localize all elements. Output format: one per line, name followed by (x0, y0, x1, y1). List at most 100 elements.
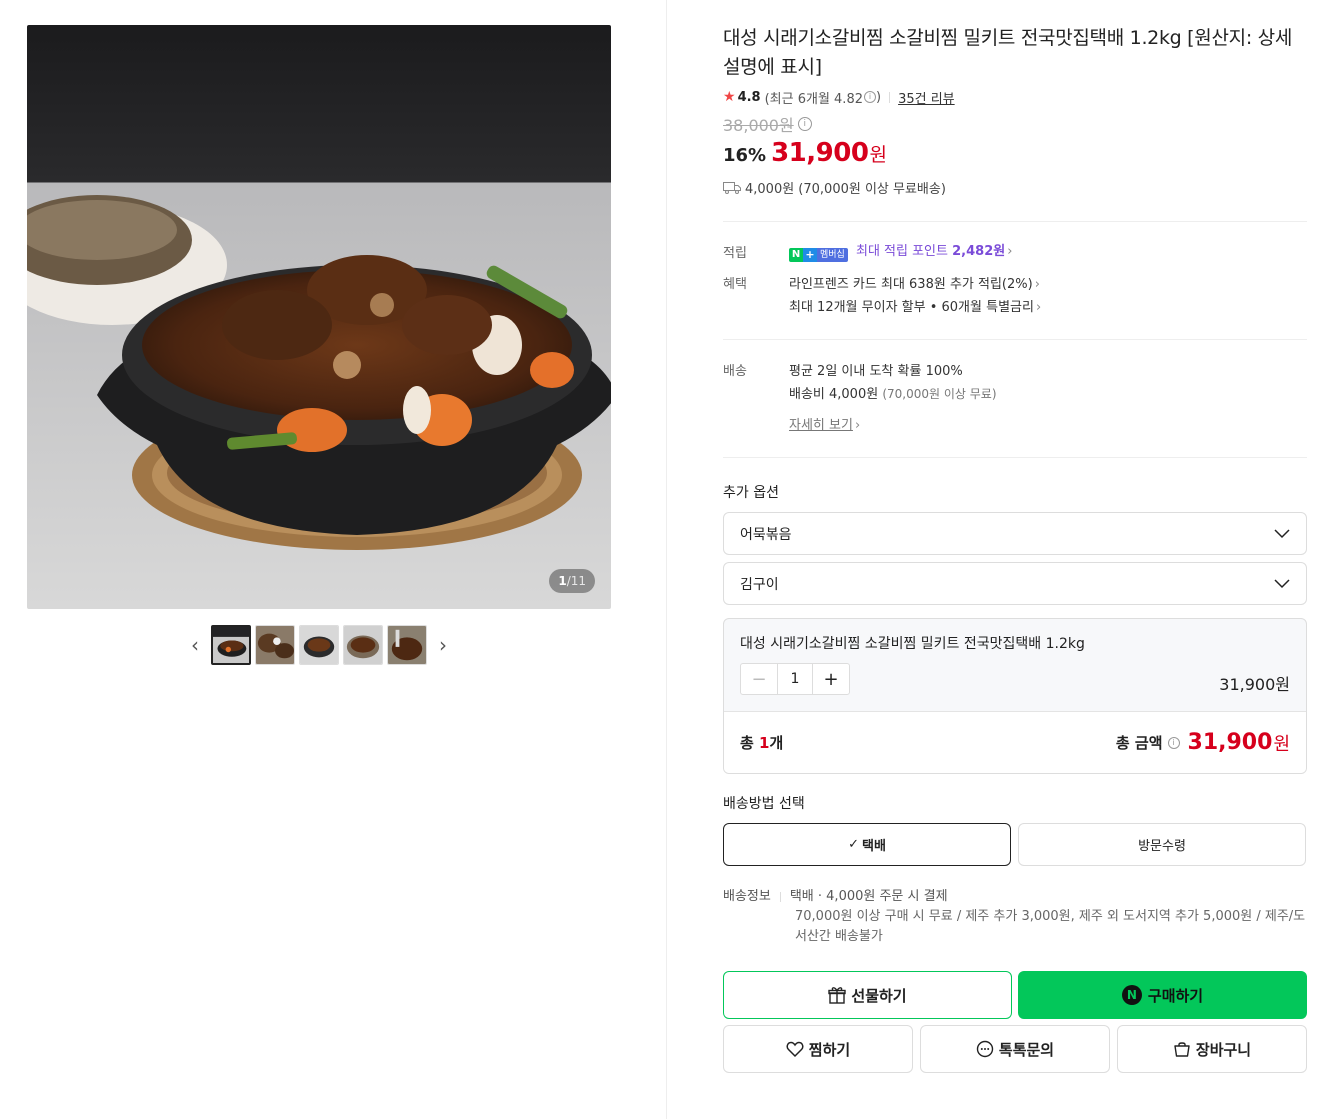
delivery-fee: 배송비 4,000원 (70,000원 이상 무료) (789, 387, 997, 402)
points-row: 적립 N + 멤버십 최대 적립 포인트 2,482원 › (723, 242, 1307, 262)
option-select-1[interactable]: 어묵볶음 (723, 512, 1307, 555)
shipping-info: 배송정보 택배 · 4,000원 주문 시 결제 70,000원 이상 구매 시… (723, 887, 1307, 947)
info-icon[interactable]: i (1167, 736, 1180, 749)
product-title: 대성 시래기소갈비찜 소갈비찜 밀키트 전국맛집택배 1.2kg [원산지: 상… (723, 27, 1293, 78)
chevron-right-icon: › (854, 418, 861, 433)
selected-item-line: − 1 + 31,900원 (740, 663, 1290, 695)
thumb-next-arrow[interactable]: › (431, 625, 455, 665)
option-select-2[interactable]: 김구이 (723, 562, 1307, 605)
benefit-row: 혜택 라인프렌즈 카드 최대 638원 추가 적립(2%) › 최대 12개월 무… (723, 273, 1307, 319)
installment-benefit-link[interactable]: 최대 12개월 무이자 할부 • 60개월 특별금리 › (789, 296, 1041, 319)
total-summary: 총 1개 총 금액 i 31,900 원 (724, 711, 1306, 773)
cart-button[interactable]: 장바구니 (1117, 1025, 1307, 1073)
rating-value: 4.8 (737, 89, 761, 105)
naver-pay-icon: N (1121, 985, 1142, 1005)
total-amount-label: 총 금액 (1115, 734, 1163, 752)
chevron-down-icon (1274, 578, 1290, 588)
selected-product-box: 대성 시래기소갈비찜 소갈비찜 밀키트 전국맛집택배 1.2kg − 1 + 3… (723, 618, 1307, 774)
npay-n-icon: N (789, 248, 803, 262)
food-photo (27, 25, 611, 609)
thumbnail-2[interactable] (255, 625, 295, 665)
thumb-prev-arrow[interactable]: ‹ (183, 625, 207, 665)
total-amount: 총 금액 i 31,900 원 (1116, 730, 1290, 756)
delivery-detail-link[interactable]: 자세히 보기 › (789, 414, 997, 437)
rating-row: ★ 4.8 (최근 6개월 4.82 i ) 35건 리뷰 (723, 88, 1307, 107)
sale-price: 31,900 (771, 138, 869, 168)
recent-rating: (최근 6개월 4.82 (764, 91, 863, 107)
points-label: 적립 (723, 246, 747, 261)
selected-item-name: 대성 시래기소갈비찜 소갈비찜 밀키트 전국맛집택배 1.2kg (740, 636, 1085, 652)
talk-inquiry-button[interactable]: 톡톡문의 (920, 1025, 1110, 1073)
options-section: 추가 옵션 어묵볶음 김구이 (723, 482, 1307, 605)
info-icon[interactable]: i (797, 117, 812, 131)
delivery-label: 배송 (723, 364, 747, 379)
product-gallery: 1/11 ‹ › (27, 25, 611, 665)
npay-membership-badge: N + 멤버십 (789, 248, 848, 262)
chevron-right-icon: › (1035, 300, 1042, 315)
benefit-values: 라인프렌즈 카드 최대 638원 추가 적립(2%) › 최대 12개월 무이자 … (789, 273, 1041, 319)
truck-icon (723, 181, 741, 194)
image-counter: 1/11 (549, 569, 595, 593)
shipping-info-summary-text: 택배 · 4,000원 주문 시 결제 (789, 889, 948, 904)
sale-price-unit: 원 (869, 144, 887, 166)
sale-price-row: 16% 31,900 원 (723, 138, 1307, 168)
chevron-right-icon: › (1034, 277, 1040, 292)
heart-icon (786, 1041, 804, 1058)
thumbnail-1[interactable] (211, 625, 251, 665)
shipping-info-summary: 배송정보 택배 · 4,000원 주문 시 결제 (723, 887, 1307, 907)
shipping-option-pickup[interactable]: 방문수령 (1018, 823, 1306, 866)
product-main-image[interactable]: 1/11 (27, 25, 611, 609)
review-count-link[interactable]: 35건 리뷰 (898, 88, 955, 107)
selected-item-price: 31,900원 (1219, 675, 1290, 694)
primary-actions: 선물하기 N 구매하기 (723, 971, 1307, 1019)
points-text: 최대 적립 포인트 2,482원 (855, 244, 1006, 259)
product-info: 대성 시래기소갈비찜 소갈비찜 밀키트 전국맛집택배 1.2kg [원산지: 상… (723, 24, 1307, 1073)
gift-button[interactable]: 선물하기 (723, 971, 1012, 1019)
check-icon: ✓ (848, 837, 859, 852)
shipping-info-label: 배송정보 (723, 889, 771, 904)
gift-icon (828, 987, 847, 1004)
star-icon: ★ (723, 89, 736, 105)
delivery-values: 평균 2일 이내 도착 확률 100% 배송비 4,000원 (70,000원 … (789, 360, 997, 437)
thumbnail-4[interactable] (343, 625, 383, 665)
membership-label: 멤버십 (817, 248, 848, 262)
npay-plus-icon: + (803, 248, 817, 262)
quantity-increase-button[interactable]: + (813, 664, 849, 694)
column-divider (666, 0, 667, 1119)
recent-rating-close: ) (876, 89, 882, 105)
benefits-section: 적립 N + 멤버십 최대 적립 포인트 2,482원 › 혜택 라인프렌즈 카드 최… (723, 222, 1307, 319)
divider (723, 457, 1307, 458)
delivery-eta: 평균 2일 이내 도착 확률 100% (789, 364, 963, 379)
total-count: 총 1개 (740, 734, 784, 752)
options-title: 추가 옵션 (723, 485, 779, 501)
separator (889, 91, 891, 103)
option-select-1-value: 어묵볶음 (740, 526, 792, 543)
discount-rate: 16% (723, 145, 767, 166)
info-icon[interactable]: i (864, 91, 876, 103)
shipping-summary-text: 4,000원 (70,000원 이상 무료배송) (745, 182, 946, 197)
shipping-option-delivery[interactable]: ✓ 택배 (723, 823, 1011, 866)
points-value-link[interactable]: N + 멤버십 최대 적립 포인트 2,482원 › (789, 242, 1012, 262)
selected-item: 대성 시래기소갈비찜 소갈비찜 밀키트 전국맛집택배 1.2kg − 1 + 3… (724, 619, 1306, 711)
shipping-method-title: 배송방법 선택 (723, 796, 805, 812)
option-select-2-value: 김구이 (740, 576, 779, 593)
card-benefit-link[interactable]: 라인프렌즈 카드 최대 638원 추가 적립(2%) › (789, 273, 1041, 296)
delivery-row: 배송 평균 2일 이내 도착 확률 100% 배송비 4,000원 (70,00… (723, 340, 1307, 437)
thumbnail-5[interactable] (387, 625, 427, 665)
original-price-value: 38,000원 (723, 116, 794, 135)
chat-icon (976, 1040, 994, 1058)
benefit-label: 혜택 (723, 277, 747, 292)
total-amount-unit: 원 (1273, 733, 1290, 755)
chevron-right-icon: › (1007, 244, 1013, 259)
wish-button[interactable]: 찜하기 (723, 1025, 913, 1073)
thumbnail-strip: ‹ › (27, 625, 611, 665)
buy-button[interactable]: N 구매하기 (1018, 971, 1307, 1019)
cart-icon (1174, 1042, 1190, 1057)
quantity-decrease-button[interactable]: − (741, 664, 777, 694)
thumbnail-3[interactable] (299, 625, 339, 665)
secondary-actions: 찜하기 톡톡문의 장바구니 (723, 1025, 1307, 1073)
total-amount-value: 31,900 (1187, 730, 1273, 755)
quantity-value[interactable]: 1 (777, 664, 813, 694)
shipping-info-detail: 70,000원 이상 구매 시 무료 / 제주 추가 3,000원, 제주 외 … (795, 909, 1306, 944)
quantity-stepper: − 1 + (740, 663, 850, 695)
